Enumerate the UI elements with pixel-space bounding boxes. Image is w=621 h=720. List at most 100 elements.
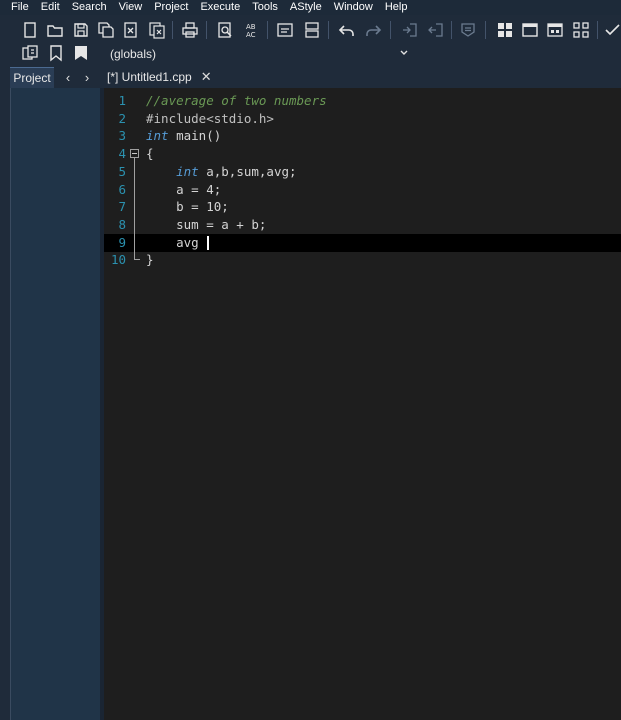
redo-icon[interactable]	[364, 21, 382, 39]
chevron-right-icon[interactable]: ›	[80, 67, 94, 87]
scope-dropdown[interactable]: (globals)	[103, 44, 418, 63]
code-editor[interactable]: 1 //average of two numbers 2 #include<stdio…	[104, 88, 621, 720]
layout-grid-icon[interactable]	[496, 21, 514, 39]
code-token: //average of two numbers	[146, 93, 327, 108]
line-number: 2	[118, 110, 126, 126]
toolbar-separator	[485, 21, 486, 39]
toolbar-separator	[597, 21, 598, 39]
goto-line-icon[interactable]	[276, 21, 294, 39]
code-line[interactable]: 8 sum = a + b;	[104, 216, 621, 234]
code-text: //average of two numbers	[146, 92, 327, 110]
new-file-icon[interactable]	[21, 21, 39, 39]
scope-value: (globals)	[110, 46, 157, 61]
fullscreen-icon[interactable]	[572, 21, 590, 39]
code-text: {	[146, 145, 154, 163]
code-line[interactable]: 2 #include<stdio.h>	[104, 110, 621, 128]
line-number: 9	[118, 234, 126, 250]
secondary-toolbar: (globals)	[0, 43, 621, 64]
save-all-icon[interactable]	[97, 21, 115, 39]
toolbar-separator	[390, 21, 391, 39]
tab-project[interactable]: Project	[10, 67, 54, 88]
code-token: {	[146, 146, 154, 162]
code-line[interactable]: 10}	[104, 251, 621, 269]
fold-toggle-icon[interactable]	[130, 149, 139, 159]
menu-bar: File Edit Search View Project Execute To…	[0, 0, 621, 15]
code-line[interactable]: 1 //average of two numbers	[104, 92, 621, 110]
fold-guide	[134, 158, 135, 259]
class-browser-icon[interactable]	[21, 44, 39, 62]
code-line[interactable]: 5 int a,b,sum,avg;	[104, 163, 621, 181]
menu-tools[interactable]: Tools	[244, 0, 282, 15]
comment-icon[interactable]	[459, 21, 477, 39]
code-token: a = 4;	[146, 181, 222, 197]
replace-icon[interactable]: AB AC	[243, 21, 261, 39]
menu-edit[interactable]: Edit	[33, 0, 64, 15]
line-number: 8	[118, 216, 126, 232]
ide-window: File Edit Search View Project Execute To…	[0, 0, 621, 720]
save-icon[interactable]	[72, 21, 90, 39]
tab-file-label: [*] Untitled1.cpp	[107, 70, 192, 84]
code-token: b = 10;	[146, 199, 229, 215]
close-icon[interactable]: ✕	[201, 69, 212, 85]
project-panel	[10, 88, 101, 720]
code-token: sum = a + b;	[146, 216, 267, 232]
code-line[interactable]: 7 b = 10;	[104, 198, 621, 216]
line-number: 5	[118, 163, 126, 179]
menu-file[interactable]: File	[0, 0, 33, 15]
code-line[interactable]: 3 int main()	[104, 127, 621, 145]
toolbar-separator	[172, 21, 173, 39]
code-text: sum = a + b;	[146, 216, 266, 234]
code-text: int a,b,sum,avg;	[146, 163, 297, 181]
code-token: a,b,sum,avg;	[198, 163, 297, 179]
open-folder-icon[interactable]	[46, 21, 64, 39]
menu-execute[interactable]: Execute	[192, 0, 244, 15]
text-caret	[207, 236, 210, 251]
menu-help[interactable]: Help	[377, 0, 412, 15]
code-line[interactable]: 6 a = 4;	[104, 181, 621, 199]
line-number: 3	[118, 128, 126, 144]
toolbar-separator	[451, 21, 452, 39]
indent-icon[interactable]	[401, 21, 419, 39]
chevron-left-icon[interactable]: ‹	[61, 67, 75, 87]
code-token: }	[146, 252, 154, 268]
code-text: }	[146, 251, 154, 269]
close-all-icon[interactable]	[148, 21, 166, 39]
bookmark-filled-icon[interactable]	[72, 44, 90, 62]
main-toolbar: AB AC	[0, 17, 621, 43]
svg-text:AB: AB	[246, 23, 256, 31]
tab-row: Project ‹ › [*] Untitled1.cpp ✕	[0, 66, 621, 88]
code-text: a = 4;	[146, 181, 221, 199]
menu-search[interactable]: Search	[64, 0, 111, 15]
menu-view[interactable]: View	[111, 0, 147, 15]
line-number: 7	[118, 199, 126, 215]
code-text: int main()	[146, 127, 221, 145]
layout-icon[interactable]	[546, 21, 564, 39]
code-text: avg	[146, 234, 210, 252]
bookmark-icon[interactable]	[47, 44, 65, 62]
menu-project[interactable]: Project	[146, 0, 192, 15]
code-text: b = 10;	[146, 198, 229, 216]
code-token: main()	[168, 128, 222, 144]
toggle-bookmark-icon[interactable]	[303, 21, 321, 39]
current-code-line[interactable]: 9 avg	[104, 233, 621, 252]
print-icon[interactable]	[181, 21, 199, 39]
find-icon[interactable]	[216, 21, 234, 39]
line-number: 10	[110, 252, 126, 268]
menu-astyle[interactable]: AStyle	[282, 0, 326, 15]
code-line[interactable]: 4{	[104, 145, 621, 163]
line-number: 1	[118, 93, 126, 108]
menu-window[interactable]: Window	[326, 0, 377, 15]
unindent-icon[interactable]	[427, 21, 445, 39]
maximize-icon[interactable]	[521, 21, 539, 39]
toolbar-separator	[206, 21, 207, 39]
check-icon[interactable]	[603, 21, 621, 39]
tab-untitled1[interactable]: [*] Untitled1.cpp ✕	[104, 67, 212, 87]
code-text: #include<stdio.h>	[146, 110, 274, 128]
svg-text:AC: AC	[246, 31, 256, 39]
close-file-icon[interactable]	[122, 21, 140, 39]
undo-icon[interactable]	[338, 21, 356, 39]
line-number: 6	[118, 181, 126, 197]
code-token: avg	[146, 234, 207, 250]
toolbar-separator	[267, 21, 268, 39]
